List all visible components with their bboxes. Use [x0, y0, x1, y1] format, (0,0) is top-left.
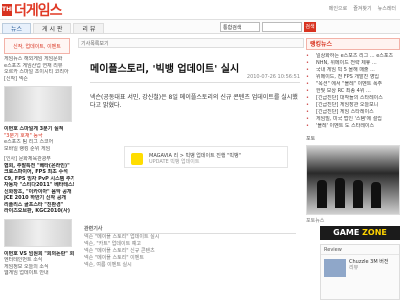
rank-bullet: • — [306, 123, 309, 129]
review-text: Chuzzle 3M 버전 리뷰 — [349, 259, 397, 271]
review-sub: 리뷰 — [349, 265, 359, 271]
ranking-item[interactable]: • [긴급진단] 대작들의 스타레이스 — [306, 95, 400, 102]
video-icon — [131, 153, 143, 165]
media-subtitle: UPDATE 빅뱅 업데이트 — [149, 159, 200, 165]
left-line[interactable]: 오르카 스마일 조이시티 코리아 — [4, 69, 74, 76]
ranking-item-label: 국내 게임 빅 5 올해 매출 ... — [316, 67, 375, 73]
rank-bullet: • — [306, 81, 309, 87]
title-divider — [90, 82, 300, 83]
left-line[interactable]: 크로스파이어, FPS 최초 수석 — [4, 169, 74, 176]
rank-bullet: • — [306, 67, 309, 73]
review-image — [324, 259, 346, 277]
rank-bullet: • — [306, 95, 309, 101]
logo-text: 더게임스 — [14, 1, 63, 18]
banner-zone: ZONE — [362, 228, 387, 237]
article-date: 2010-07-26 10:56:51 — [246, 74, 300, 80]
left-line[interactable]: 웹게임 업데이트 안내 — [4, 270, 74, 277]
ranking-item-label: [긴급진단] 대작들의 스타레이스 — [316, 95, 383, 101]
search-scope-select[interactable]: 통합검색 — [220, 22, 260, 32]
photo-person — [353, 180, 363, 208]
left-thumbnail[interactable] — [4, 218, 72, 247]
ranking-item[interactable]: • NHN, 위메이드 전략 제휴 ... — [306, 60, 400, 67]
ranking-list: • 일상화하는 e스포츠 리그 ... e스포츠 • NHN, 위메이드 전략 제휴… — [306, 53, 400, 130]
game-zone-banner[interactable]: GAME ZONE — [320, 226, 400, 240]
rank-bullet: • — [306, 74, 309, 80]
tab-review[interactable]: 리 뷰 — [73, 23, 105, 34]
photo-caption: 포토뉴스 — [306, 218, 325, 224]
ranking-item[interactable]: • 국내 게임 빅 5 올해 매출 ... — [306, 67, 400, 74]
article-body: 넥슨(공동대표 서민, 강신철)은 8일 메이플스토리의 신규 콘텐츠 업데이트… — [90, 94, 298, 109]
related-item[interactable]: 넥슨, 여름 이벤트 실시 — [84, 262, 296, 269]
photo-header: 포토 — [306, 136, 316, 142]
rank-bullet: • — [306, 53, 309, 59]
ranking-item-label: 게임빌, 미국 법인 '스탬'에 설립 — [316, 116, 382, 122]
photo-person — [371, 182, 381, 208]
ranking-header: 랭킹뉴스 — [306, 38, 400, 50]
tab-news[interactable]: 뉴스 — [2, 23, 32, 34]
left-menu-label: 신작, 업데이트, 이벤트 — [13, 44, 61, 50]
related-item[interactable]: 넥슨, "카트" 업데이트 예고 — [84, 241, 296, 248]
media-label: MAGAVIA 리 > 빅뱅 업데이트 진행 "빅뱅" UPDATE 빅뱅 업데… — [149, 153, 279, 165]
ranking-item-label: 한빛 보상 RC 최종 4위 ... — [316, 88, 371, 94]
rank-bullet: • — [306, 102, 309, 108]
related-item[interactable]: 넥슨 "메이플 스토리" 이벤트 — [84, 255, 296, 262]
ranking-item-label: '블레' 이벤트 도 스타레이스 — [316, 123, 375, 129]
site-logo[interactable]: THE 더게임스 — [2, 1, 66, 18]
search-bar: 통합검색 검색 — [220, 22, 316, 32]
ranking-item-label: 일상화하는 e스포츠 리그 ... e스포츠 — [316, 53, 394, 59]
left-line[interactable]: [신작] 넥슨 — [4, 76, 74, 83]
logo-mark: THE — [2, 3, 15, 16]
util-link-home[interactable]: 메인으로 — [329, 5, 347, 12]
left-thumbnail[interactable] — [4, 86, 72, 122]
ranking-item-label: 위메이드, 전 FPS 개발진 영입 — [316, 74, 380, 80]
ranking-item[interactable]: • "옥션" 에서 "블레" 이벤트 폭주 — [306, 81, 400, 88]
ranking-item[interactable]: • [긴급진단] 게임 스타레이스 — [306, 109, 400, 116]
related-item[interactable]: 넥슨 "메이플 스토리" 업데이트 실시 — [84, 234, 296, 241]
ranking-item[interactable]: • 일상화하는 e스포츠 리그 ... e스포츠 — [306, 53, 400, 60]
ranking-item-label: [긴급진단] 게임 스타레이스 — [316, 109, 374, 115]
search-button[interactable]: 검색 — [304, 22, 316, 32]
tab-board[interactable]: 게 시 판 — [33, 23, 72, 34]
ranking-item-label: [긴급진단] 게임장관 오늘보니 — [316, 102, 379, 108]
related-header: 관련기사 — [84, 224, 296, 234]
article-breadcrumb[interactable]: 기사목록보기 — [78, 38, 304, 48]
rank-bullet: • — [306, 60, 309, 66]
left-lines: 게임뉴스 해외게임 게임문화 e스포츠 게임산업 연재 리뷰 오르카 스마일 조… — [4, 56, 74, 277]
utility-links: 메인으로 즐겨찾기 뉴스레터 — [329, 5, 396, 12]
related-item[interactable]: 넥슨 "메이플 스토리" 신규 콘텐츠 — [84, 248, 296, 255]
main-tabs: 뉴스 게 시 판 리 뷰 — [2, 23, 105, 34]
photo-person — [335, 178, 345, 208]
review-header: Review — [321, 245, 399, 255]
left-column: 신작, 업데이트, 이벤트 게임뉴스 해외게임 게임문화 e스포츠 게임산업 연… — [4, 38, 74, 300]
ranking-item[interactable]: • '블레' 이벤트 도 스타레이스 — [306, 123, 400, 130]
related-articles: 관련기사 넥슨 "메이플 스토리" 업데이트 실시 넥슨, "카트" 업데이트 … — [84, 224, 296, 298]
left-menu-box[interactable]: 신작, 업데이트, 이벤트 — [4, 38, 70, 54]
ranking-item[interactable]: • 게임빌, 미국 법인 '스탬'에 설립 — [306, 116, 400, 123]
ranking-item[interactable]: • 위메이드, 전 FPS 개발진 영입 — [306, 74, 400, 81]
util-link-newsletter[interactable]: 뉴스레터 — [378, 5, 396, 12]
ranking-item-label: "옥션" 에서 "블레" 이벤트 폭주 — [316, 81, 383, 87]
util-link-favorite[interactable]: 즐겨찾기 — [353, 5, 371, 12]
left-line[interactable]: 라이즈오브판, KGC2010(사) — [4, 208, 74, 215]
rank-bullet: • — [306, 88, 309, 94]
review-box[interactable]: Review Chuzzle 3M 버전 리뷰 — [320, 244, 400, 300]
banner-game: GAME — [333, 228, 360, 237]
media-player[interactable]: MAGAVIA 리 > 빅뱅 업데이트 진행 "빅뱅" UPDATE 빅뱅 업데… — [124, 146, 288, 168]
rank-bullet: • — [306, 116, 309, 122]
left-line[interactable]: JCE 2010 하반기 신작 공개 — [4, 195, 74, 202]
ranking-item[interactable]: • 한빛 보상 RC 최종 4위 ... — [306, 88, 400, 95]
rank-bullet: • — [306, 109, 309, 115]
left-line[interactable]: 자동차 "스티다2011" 베타테스트 — [4, 182, 74, 189]
photo-news-image[interactable] — [306, 145, 400, 215]
photo-person — [317, 180, 327, 208]
ranking-item[interactable]: • [긴급진단] 게임장관 오늘보니 — [306, 102, 400, 109]
search-input[interactable] — [262, 22, 302, 32]
ranking-item-label: NHN, 위메이드 전략 제휴 ... — [316, 60, 377, 66]
